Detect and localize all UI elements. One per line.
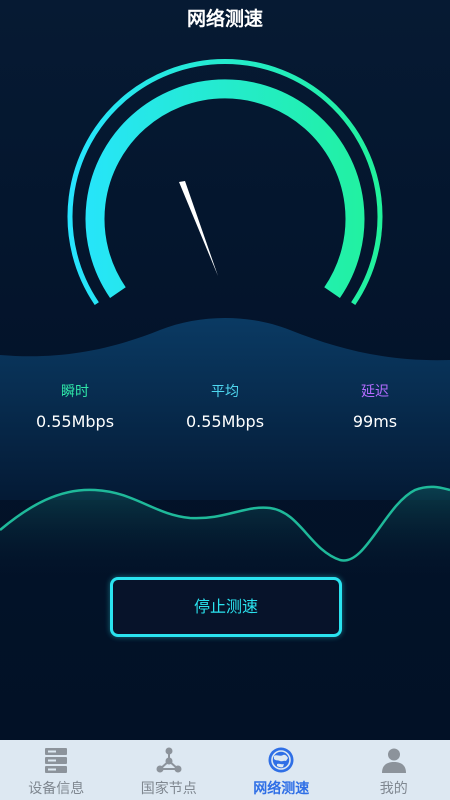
speed-wave-graph <box>0 485 450 580</box>
tab-label-device-info: 设备信息 <box>28 781 85 797</box>
tab-country-nodes[interactable]: 国家节点 <box>113 740 226 800</box>
nodes-icon <box>156 747 182 773</box>
average-speed-value: 0.55Mbps <box>185 412 265 431</box>
stop-test-button[interactable]: 停止测速 <box>110 577 342 637</box>
latency-label: 延迟 <box>361 384 389 400</box>
tab-label-country-nodes: 国家节点 <box>140 781 197 797</box>
latency-value: 99ms <box>352 412 398 431</box>
tab-label-mine: 我的 <box>379 781 408 797</box>
person-icon <box>381 748 406 773</box>
instant-speed-label: 瞬时 <box>61 384 89 400</box>
gauge-needle <box>179 181 218 276</box>
gauge-inner-arc <box>85 79 365 298</box>
server-icon <box>45 748 68 773</box>
average-speed-label: 平均 <box>211 384 239 400</box>
bottom-tab-bar: 设备信息 国家节点 网络测速 我的 <box>0 740 450 800</box>
tab-device-info[interactable]: 设备信息 <box>0 740 113 800</box>
tab-label-speed-test: 网络测速 <box>253 781 310 797</box>
tab-mine[interactable]: 我的 <box>338 740 450 800</box>
instant-speed-value: 0.55Mbps <box>35 412 115 431</box>
speed-test-screen: 网络测速 瞬时 平均 延迟 0.55Mbps 0.55Mbps 99ms 停止测… <box>0 0 450 800</box>
speed-gauge <box>67 59 383 306</box>
page-title: 网络测速 <box>186 8 263 30</box>
tab-speed-test[interactable]: 网络测速 <box>225 740 338 800</box>
globe-icon <box>268 747 294 773</box>
